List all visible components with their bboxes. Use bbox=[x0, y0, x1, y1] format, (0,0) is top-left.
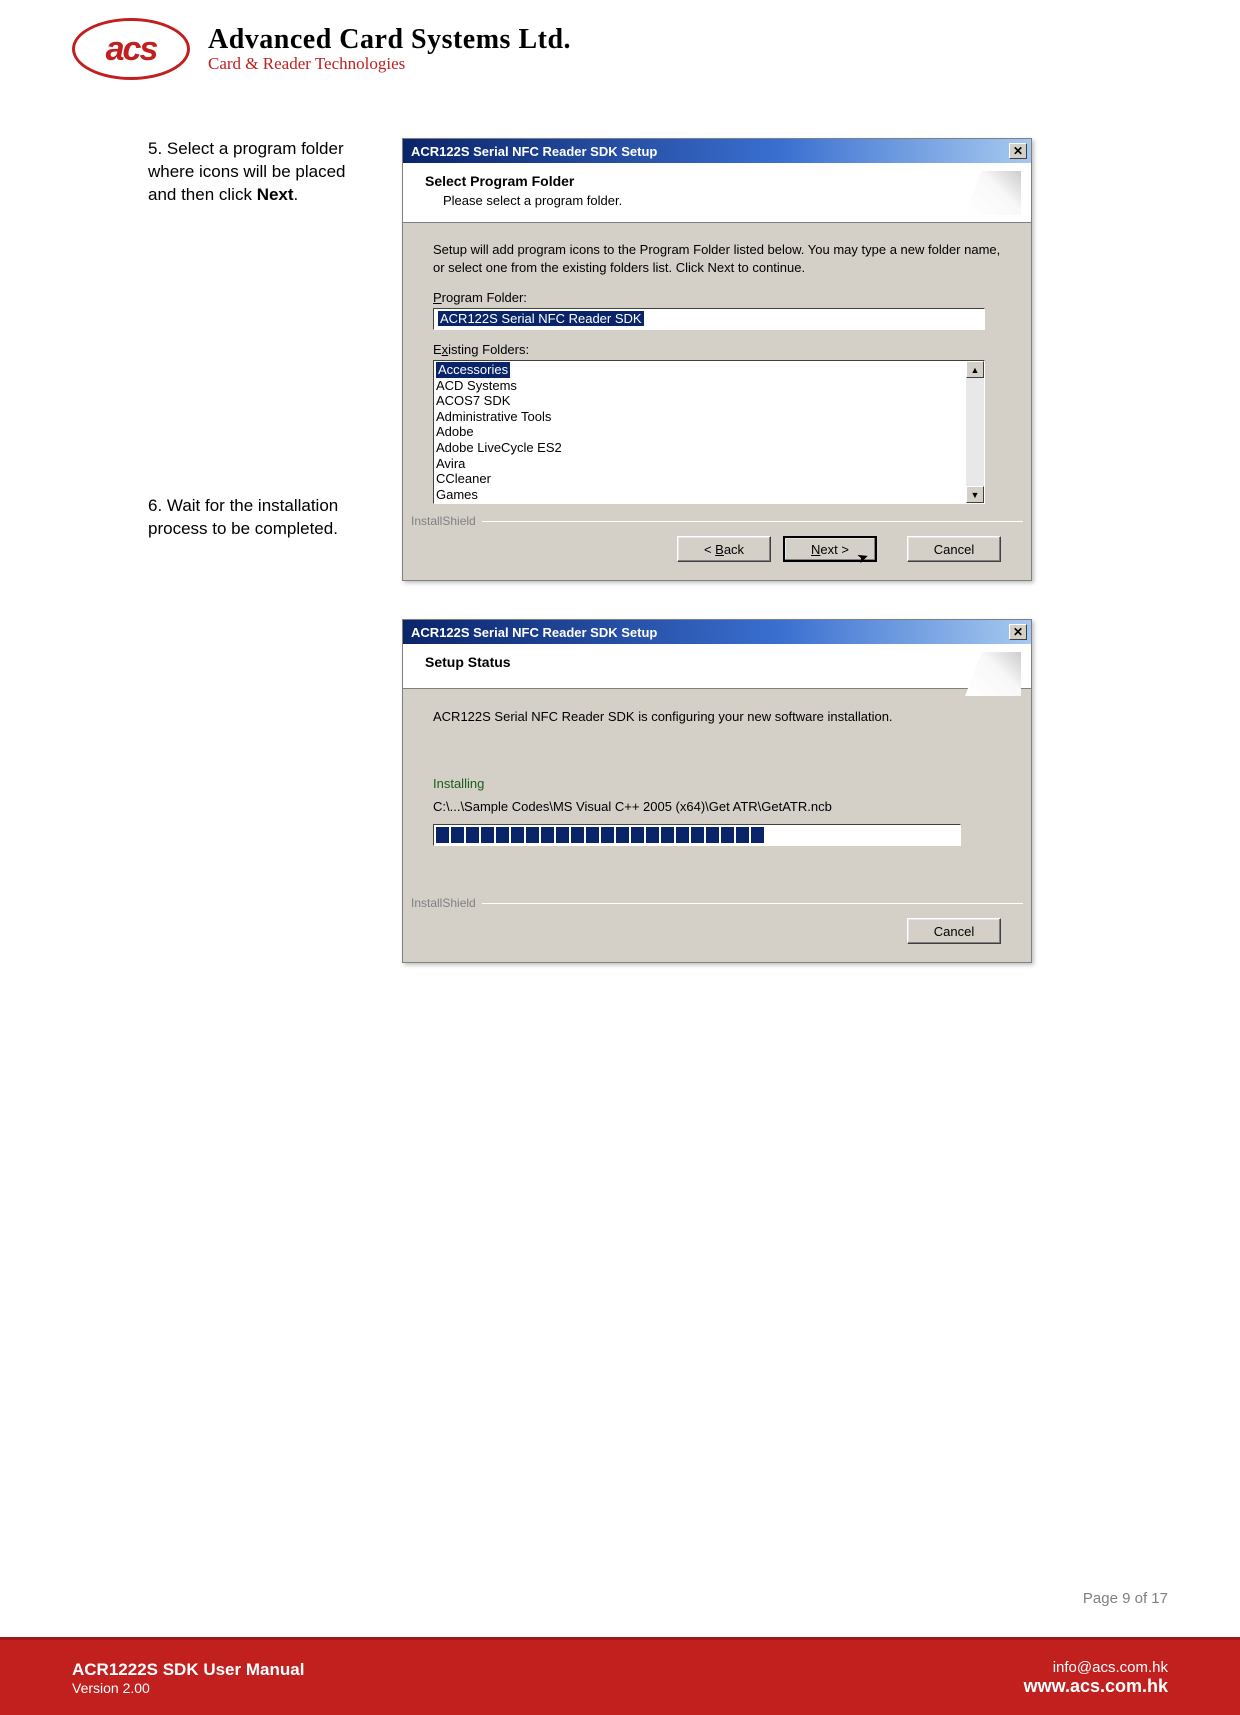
scroll-down-icon[interactable]: ▼ bbox=[966, 486, 984, 503]
list-item[interactable]: ACOS7 SDK bbox=[436, 393, 982, 409]
dialog-subtitle: Please select a program folder. bbox=[425, 193, 1009, 208]
step-6-text: 6. Wait for the installation process to … bbox=[148, 495, 376, 541]
progress-bar bbox=[433, 824, 961, 846]
logo-icon: acs bbox=[72, 18, 190, 80]
dialog-body-text: Setup will add program icons to the Prog… bbox=[433, 241, 1001, 276]
list-item[interactable]: Adobe bbox=[436, 424, 982, 440]
step-5-text: 5. Select a program folder where icons w… bbox=[148, 138, 376, 207]
dialog-title: ACR122S Serial NFC Reader SDK Setup bbox=[411, 144, 657, 159]
company-name: Advanced Card Systems Ltd. bbox=[208, 25, 571, 54]
list-item[interactable]: Avira bbox=[436, 456, 982, 472]
dialog-title: ACR122S Serial NFC Reader SDK Setup bbox=[411, 625, 657, 640]
back-button[interactable]: < Back bbox=[677, 536, 771, 562]
list-item[interactable]: Adobe LiveCycle ES2 bbox=[436, 440, 982, 456]
status-text: ACR122S Serial NFC Reader SDK is configu… bbox=[433, 709, 1001, 724]
dialog-setup-status: ACR122S Serial NFC Reader SDK Setup ✕ Se… bbox=[402, 619, 1032, 963]
list-item[interactable]: Administrative Tools bbox=[436, 409, 982, 425]
next-button[interactable]: Next >➤ bbox=[783, 536, 877, 562]
list-item[interactable]: Accessories bbox=[436, 362, 510, 378]
program-folder-label: Program Folder: bbox=[433, 290, 1001, 305]
installshield-label: InstallShield bbox=[411, 514, 482, 528]
dialog-select-program-folder: ACR122S Serial NFC Reader SDK Setup ✕ Se… bbox=[402, 138, 1032, 581]
dialog-header: Setup Status bbox=[425, 654, 1009, 670]
list-item[interactable]: Games bbox=[436, 487, 982, 503]
footer-email: info@acs.com.hk bbox=[1024, 1659, 1168, 1676]
titlebar[interactable]: ACR122S Serial NFC Reader SDK Setup ✕ bbox=[403, 620, 1031, 644]
titlebar[interactable]: ACR122S Serial NFC Reader SDK Setup ✕ bbox=[403, 139, 1031, 163]
footer-doc-title: ACR1222S SDK User Manual bbox=[72, 1660, 304, 1680]
cancel-button[interactable]: Cancel bbox=[907, 918, 1001, 944]
scrollbar[interactable]: ▲ ▼ bbox=[966, 361, 984, 503]
document-header: acs Advanced Card Systems Ltd. Card & Re… bbox=[0, 18, 1240, 80]
cancel-button[interactable]: Cancel bbox=[907, 536, 1001, 562]
dialog-header: Select Program Folder bbox=[425, 173, 1009, 189]
footer: ACR1222S SDK User Manual Version 2.00 in… bbox=[0, 1637, 1240, 1715]
company-tagline: Card & Reader Technologies bbox=[208, 55, 571, 73]
close-icon[interactable]: ✕ bbox=[1009, 624, 1027, 640]
close-icon[interactable]: ✕ bbox=[1009, 143, 1027, 159]
cursor-icon: ➤ bbox=[855, 548, 872, 568]
footer-website: www.acs.com.hk bbox=[1024, 1676, 1168, 1697]
existing-folders-label: Existing Folders: bbox=[433, 342, 1001, 357]
page-number: Page 9 of 17 bbox=[1083, 1590, 1168, 1607]
installshield-label: InstallShield bbox=[411, 896, 482, 910]
program-folder-input[interactable]: ACR122S Serial NFC Reader SDK bbox=[433, 308, 985, 330]
scroll-up-icon[interactable]: ▲ bbox=[966, 361, 984, 378]
installing-label: Installing bbox=[433, 776, 1001, 791]
existing-folders-listbox[interactable]: Accessories ACD Systems ACOS7 SDK Admini… bbox=[433, 360, 985, 504]
list-item[interactable]: ACD Systems bbox=[436, 378, 982, 394]
list-item[interactable]: CCleaner bbox=[436, 471, 982, 487]
install-path: C:\...\Sample Codes\MS Visual C++ 2005 (… bbox=[433, 799, 1001, 814]
footer-version: Version 2.00 bbox=[72, 1680, 304, 1696]
